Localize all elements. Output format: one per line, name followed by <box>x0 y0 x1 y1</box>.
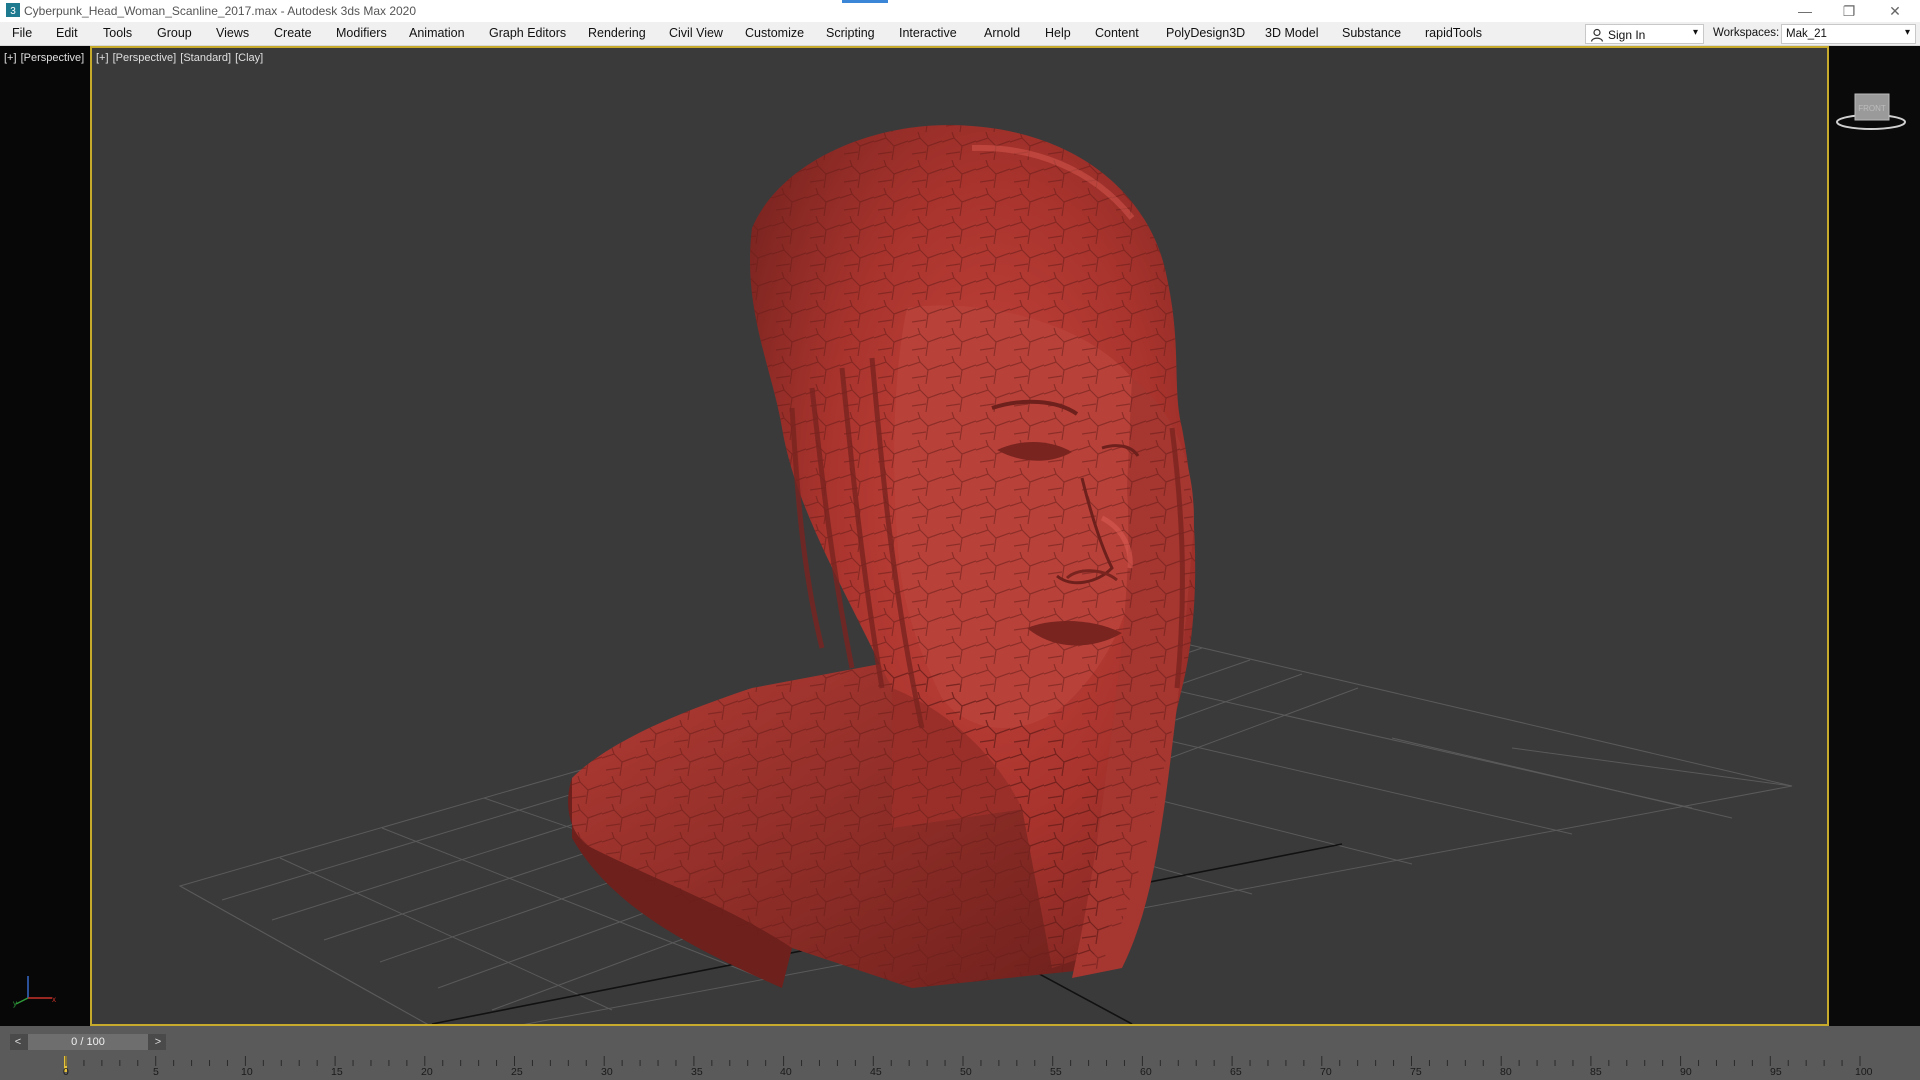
3dsmax-app-icon: 3 <box>6 3 20 17</box>
workspace-value: Mak_21 <box>1786 28 1827 40</box>
time-slider-thumb[interactable]: 0 / 100 <box>28 1034 148 1050</box>
sign-in-dropdown[interactable]: Sign In ▾ <box>1585 24 1704 44</box>
ruler-label: 95 <box>1770 1066 1782 1078</box>
viewport-menu-view[interactable]: [Perspective] <box>113 52 177 64</box>
menu-rapidtools[interactable]: rapidTools <box>1425 26 1482 40</box>
viewport-menu-plus[interactable]: [+] <box>96 52 109 64</box>
ruler-label: 5 <box>153 1066 159 1078</box>
window-title: Cyberpunk_Head_Woman_Scanline_2017.max -… <box>24 4 417 18</box>
menu-civil-view[interactable]: Civil View <box>669 26 723 40</box>
title-bar: 3 Cyberpunk_Head_Woman_Scanline_2017.max… <box>0 0 1920 22</box>
viewport-label: [+] [Perspective] <box>4 52 85 64</box>
ruler-label: 50 <box>960 1066 972 1078</box>
ruler-label: 35 <box>691 1066 703 1078</box>
title-accent <box>842 0 888 3</box>
prev-frame-button[interactable]: < <box>10 1034 26 1050</box>
viewport-menu-shading[interactable]: [Standard] <box>180 52 231 64</box>
ruler-label: 25 <box>511 1066 523 1078</box>
menu-3d-model[interactable]: 3D Model <box>1265 26 1319 40</box>
ruler-label: 20 <box>421 1066 433 1078</box>
timeline: < 0 / 100 > 0 5 10 15 20 25 30 35 40 45 … <box>0 1026 1920 1080</box>
svg-text:3: 3 <box>10 6 16 17</box>
menu-edit[interactable]: Edit <box>56 26 78 40</box>
svg-text:x: x <box>52 995 56 1004</box>
workspace-select[interactable]: Mak_21 ▾ <box>1781 24 1916 44</box>
viewport-label-bar: [+] [Perspective] [Standard] [Clay] <box>96 52 264 64</box>
menu-arnold[interactable]: Arnold <box>984 26 1020 40</box>
time-slider[interactable]: < 0 / 100 > <box>10 1034 166 1050</box>
menu-scripting[interactable]: Scripting <box>826 26 875 40</box>
menu-rendering[interactable]: Rendering <box>588 26 646 40</box>
ruler-label: 100 <box>1855 1066 1873 1078</box>
viewport-menu-style[interactable]: [Clay] <box>235 52 263 64</box>
ruler-label: 60 <box>1140 1066 1152 1078</box>
next-frame-button[interactable]: > <box>150 1034 166 1050</box>
chevron-down-icon: ▾ <box>1692 27 1698 38</box>
ruler-label: 45 <box>870 1066 882 1078</box>
model-bust <box>568 124 1196 988</box>
menu-substance[interactable]: Substance <box>1342 26 1401 40</box>
ruler-label: 15 <box>331 1066 343 1078</box>
restore-button[interactable]: ❐ <box>1826 0 1872 22</box>
menu-modifiers[interactable]: Modifiers <box>336 26 387 40</box>
user-icon <box>1590 28 1604 42</box>
left-command-strip: [+] [Perspective] y x <box>0 46 90 1026</box>
close-icon: ✕ <box>1889 2 1901 19</box>
menu-views[interactable]: Views <box>216 26 249 40</box>
ruler-label: 30 <box>601 1066 613 1078</box>
minimize-button[interactable]: — <box>1782 0 1828 22</box>
menu-help[interactable]: Help <box>1045 26 1071 40</box>
minimize-icon: — <box>1798 3 1812 19</box>
ruler-label: 70 <box>1320 1066 1332 1078</box>
close-button[interactable]: ✕ <box>1872 0 1918 22</box>
menu-tools[interactable]: Tools <box>103 26 132 40</box>
ruler-label: 0 <box>63 1066 69 1078</box>
ruler-label: 75 <box>1410 1066 1422 1078</box>
menu-polydesign3d[interactable]: PolyDesign3D <box>1166 26 1245 40</box>
viewcube-label: FRONT <box>1858 104 1886 113</box>
ruler-label: 85 <box>1590 1066 1602 1078</box>
ruler-label: 55 <box>1050 1066 1062 1078</box>
restore-icon: ❐ <box>1842 2 1856 19</box>
menu-graph-editors[interactable]: Graph Editors <box>489 26 566 40</box>
ruler-label: 90 <box>1680 1066 1692 1078</box>
time-ruler[interactable]: 0 5 10 15 20 25 30 35 40 45 50 55 60 65 … <box>0 1054 1920 1080</box>
ruler-label: 40 <box>780 1066 792 1078</box>
ruler-label: 10 <box>241 1066 253 1078</box>
viewport-menu-view[interactable]: [Perspective] <box>21 52 85 64</box>
menu-interactive[interactable]: Interactive <box>899 26 957 40</box>
ruler-label: 65 <box>1230 1066 1242 1078</box>
viewport-scene <box>178 124 1793 1024</box>
chevron-down-icon: ▾ <box>1904 27 1910 38</box>
menu-group[interactable]: Group <box>157 26 192 40</box>
axis-tripod-icon: y x <box>13 976 56 1008</box>
viewport[interactable]: [+] [Perspective] [Standard] [Clay] <box>90 46 1829 1026</box>
menu-content[interactable]: Content <box>1095 26 1139 40</box>
ruler-label: 80 <box>1500 1066 1512 1078</box>
svg-text:y: y <box>13 999 17 1008</box>
menu-bar: File Edit Tools Group Views Create Modif… <box>0 22 1920 46</box>
menu-file[interactable]: File <box>12 26 32 40</box>
menu-customize[interactable]: Customize <box>745 26 804 40</box>
viewcube-icon[interactable]: FRONT <box>1831 86 1911 136</box>
menu-animation[interactable]: Animation <box>409 26 465 40</box>
viewport-menu-plus[interactable]: [+] <box>4 52 17 64</box>
sign-in-label: Sign In <box>1608 28 1646 42</box>
menu-create[interactable]: Create <box>274 26 312 40</box>
workspaces-label: Workspaces: <box>1713 27 1780 39</box>
right-panel: FRONT <box>1829 46 1920 1026</box>
